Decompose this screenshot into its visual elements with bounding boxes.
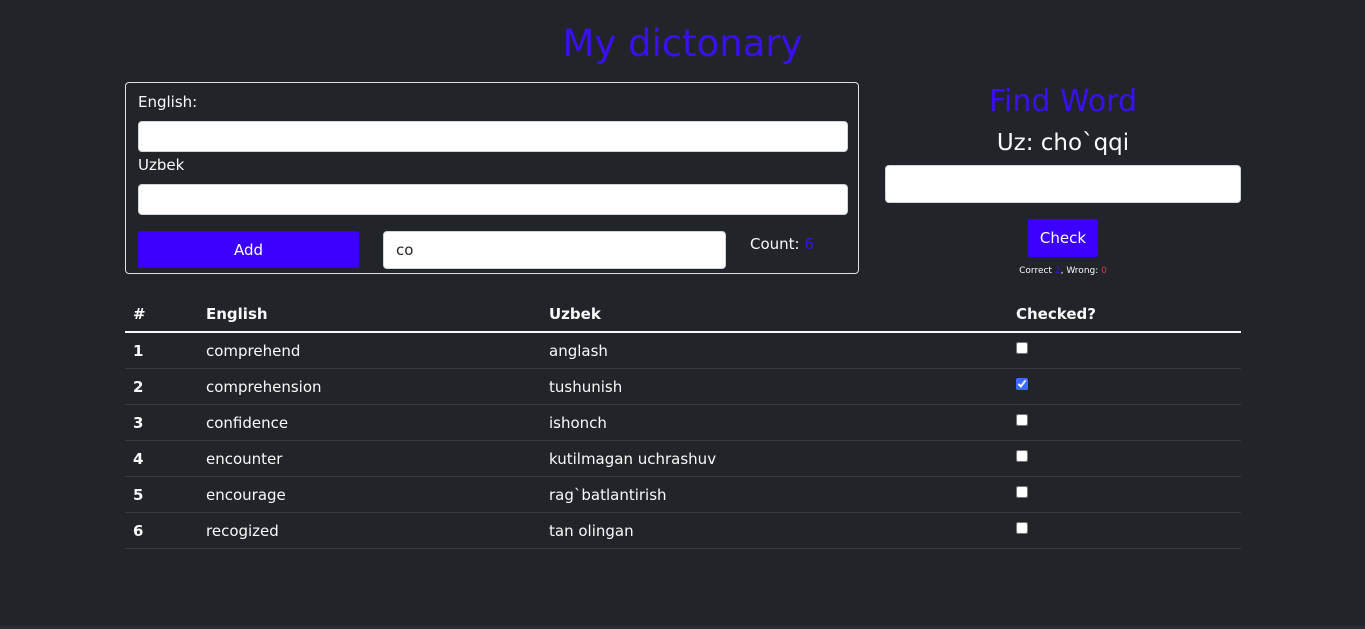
row-english: comprehension (198, 368, 541, 405)
row-number: 1 (125, 332, 198, 369)
correct-value: 2 (1054, 266, 1061, 276)
count-label: Count: (750, 235, 800, 253)
row-checkbox[interactable] (1016, 449, 1028, 462)
row-english: confidence (198, 404, 541, 441)
table-row: 2 comprehension tushunish (125, 368, 1241, 405)
row-uzbek: tushunish (541, 368, 1008, 405)
table-row: 3 confidence ishonch (125, 404, 1241, 441)
add-word-form: English: Uzbek Add Count: 6 (125, 82, 859, 274)
table-row: 4 encounter kutilmagan uchrashuv (125, 440, 1241, 477)
row-english: encounter (198, 440, 541, 477)
row-english: recogized (198, 512, 541, 549)
row-english: comprehend (198, 332, 541, 369)
row-checkbox[interactable] (1016, 485, 1028, 498)
table-row: 5 encourage rag`batlantirish (125, 476, 1241, 513)
row-uzbek: tan olingan (541, 512, 1008, 549)
filter-input[interactable] (383, 231, 726, 269)
uzbek-prompt: Uz: cho`qqi (996, 130, 1130, 156)
table-row: 6 recogized tan olingan (125, 512, 1241, 549)
row-uzbek: kutilmagan uchrashuv (541, 440, 1008, 477)
row-uzbek: rag`batlantirish (541, 476, 1008, 513)
wrong-label: Wrong: (1066, 266, 1099, 276)
row-uzbek: ishonch (541, 404, 1008, 441)
table-header-row: # English Uzbek Checked? (125, 296, 1241, 333)
header-number: # (125, 296, 198, 333)
uzbek-label: Uzbek (138, 156, 185, 174)
row-number: 2 (125, 368, 198, 405)
row-uzbek: anglash (541, 332, 1008, 369)
score-line: Correct 2, Wrong: 0 (1019, 266, 1107, 276)
find-word-title: Find Word (988, 84, 1138, 119)
check-button[interactable]: Check (1028, 219, 1098, 257)
count-value: 6 (804, 235, 814, 253)
page-title: My dictonary (562, 22, 803, 65)
add-button[interactable]: Add (138, 231, 359, 268)
row-number: 5 (125, 476, 198, 513)
header-checked: Checked? (1008, 296, 1241, 333)
table-row: 1 comprehend anglash (125, 332, 1241, 369)
row-checkbox[interactable] (1016, 341, 1028, 354)
answer-input[interactable] (885, 165, 1241, 203)
row-checkbox[interactable] (1016, 521, 1028, 534)
row-english: encourage (198, 476, 541, 513)
row-number: 4 (125, 440, 198, 477)
row-number: 6 (125, 512, 198, 549)
words-table: # English Uzbek Checked? 1 comprehend an… (125, 296, 1241, 549)
row-checkbox[interactable] (1016, 377, 1028, 390)
row-checkbox[interactable] (1016, 413, 1028, 426)
wrong-value: 0 (1101, 266, 1107, 276)
english-input[interactable] (138, 121, 848, 152)
uzbek-input[interactable] (138, 184, 848, 215)
correct-label: Correct (1019, 266, 1052, 276)
word-count: Count: 6 (750, 235, 814, 253)
english-label: English: (138, 93, 198, 111)
row-number: 3 (125, 404, 198, 441)
header-english: English (198, 296, 541, 333)
header-uzbek: Uzbek (541, 296, 1008, 333)
